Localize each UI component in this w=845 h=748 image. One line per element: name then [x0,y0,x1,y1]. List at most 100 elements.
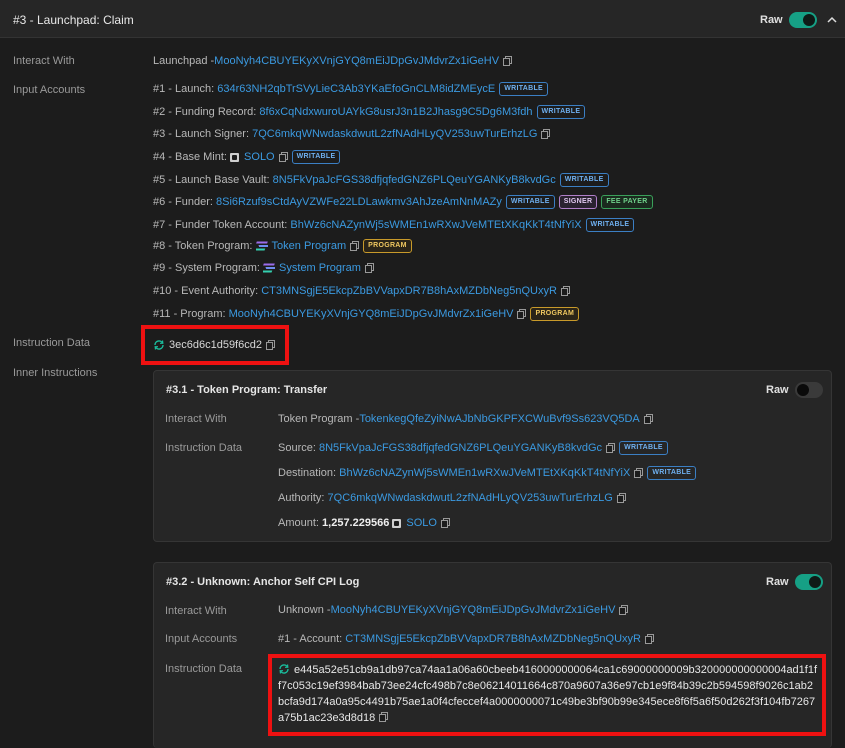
copy-icon[interactable] [616,493,626,503]
writable-badge: WRITABLE [291,150,341,164]
writable-badge: WRITABLE [505,195,555,209]
account-label: #9 - System Program: [153,262,260,274]
program-address-link[interactable]: MooNyh4CBUYEKyXVnjGYQ8mEiJDpGvJMdvrZx1iG… [331,604,616,616]
copy-icon[interactable] [278,152,288,162]
interact-with-label: Interact With [13,55,75,67]
writable-badge: WRITABLE [647,466,697,480]
account-label: #1 - Launch: [153,83,215,95]
instruction-data-block: e445a52e51cb9a1db97ca74aa1a06a60cbeeb416… [278,662,818,726]
account-row: #5 - Launch Base Vault: 8N5FkVpaJcFGS38d… [153,173,609,187]
account-row: #6 - Funder: 8Si6Rzuf9sCtdAyVZWFe22LDLaw… [153,195,653,209]
writable-badge: WRITABLE [585,218,635,232]
writable-badge: WRITABLE [536,105,586,119]
interact-with-label: Interact With [165,413,227,425]
account-row: #3 - Launch Signer: 7QC6mkqWNwdaskdwutL2… [153,128,551,140]
copy-icon[interactable] [541,129,551,139]
copy-icon[interactable] [606,443,616,453]
writable-badge: WRITABLE [619,441,668,455]
token-program-link[interactable]: Token Program [272,240,347,252]
inner-instruction-card: #3.1 - Token Program: Transfer Raw [153,370,832,542]
copy-icon[interactable] [265,340,275,350]
copy-icon[interactable] [634,468,644,478]
transfer-amount-row: Amount: 1,257.229566 SOLO [278,517,450,529]
signer-badge: SIGNER [558,195,598,209]
raw-label: Raw [766,576,789,588]
program-badge: PROGRAM [530,307,580,321]
copy-icon[interactable] [644,634,654,644]
account-address-link[interactable]: 7QC6mkqWNwdaskdwutL2zfNAdHLyQV253uwTurEr… [252,128,537,140]
account-address-link[interactable]: 8Si6Rzuf9sCtdAyVZWFe22LDLawkmv3AhJzeAmNn… [216,196,502,208]
raw-toggle[interactable] [788,12,817,28]
copy-icon[interactable] [364,263,374,273]
chevron-up-icon[interactable] [827,15,837,25]
program-address-link[interactable]: MooNyh4CBUYEKyXVnjGYQ8mEiJDpGvJMdvrZx1iG… [214,55,499,67]
account-address-link[interactable]: MooNyh4CBUYEKyXVnjGYQ8mEiJDpGvJMdvrZx1iG… [229,308,514,320]
inner-instructions-label: Inner Instructions [13,367,98,379]
raw-toggle[interactable] [794,382,823,398]
authority-address-link[interactable]: 7QC6mkqWNwdaskdwutL2zfNAdHLyQV253uwTurEr… [328,492,613,504]
copy-icon[interactable] [440,518,450,528]
copy-icon[interactable] [517,309,527,319]
input-accounts-label: Input Accounts [165,633,238,645]
program-badge: PROGRAM [363,239,412,253]
interact-with-label: Interact With [165,605,227,617]
account-row: #4 - Base Mint: SOLO WRITABLE [153,150,341,164]
instruction-data-label: Instruction Data [165,442,243,454]
transfer-source-row: Source: 8N5FkVpaJcFGS38dfjqfedGNZ6PLQeuY… [278,441,668,455]
account-address-link[interactable]: CT3MNSgjE5EkcpZbBVVapxDR7B8hAxMZDbNeg5nQ… [345,633,641,645]
interact-with-row: Token Program - TokenkegQfeZyiNwAJbNbGKP… [278,413,653,425]
destination-address-link[interactable]: BhWz6cNAZynWj5sWMEn1wRXwJVeMTEtXKqKkT4tN… [339,467,630,479]
account-row: #9 - System Program: System Program [153,262,374,274]
account-label: #7 - Funder Token Account: [153,219,288,231]
system-program-link[interactable]: System Program [279,262,361,274]
interact-with-row: Launchpad - MooNyh4CBUYEKyXVnjGYQ8mEiJDp… [153,55,513,67]
account-address-link[interactable]: 8f6xCqNdxwuroUAYkG8usrJ3n1B2Jhasg9C5Dg6M… [259,106,532,118]
writable-badge: WRITABLE [499,82,549,96]
authority-label: Authority: [278,492,325,504]
token-link[interactable]: SOLO [244,151,275,163]
instruction-data-label: Instruction Data [13,337,91,349]
raw-label: Raw [760,14,783,26]
program-prefix: Unknown - [278,604,331,616]
amount-label: Amount: [278,517,319,529]
inner-instruction-title: #3.2 - Unknown: Anchor Self CPI Log [166,576,360,588]
source-address-link[interactable]: 8N5FkVpaJcFGS38dfjqfedGNZ6PLQeuYGANKyB8k… [319,442,602,454]
instruction-title: #3 - Launchpad: Claim [13,13,134,27]
copy-icon[interactable] [503,56,513,66]
raw-toggle-group[interactable]: Raw [760,12,837,28]
account-address-link[interactable]: 634r63NH2qbTrSVyLieC3Ab3YKaEfoGnCLM8idZM… [217,83,495,95]
interact-with-row: Unknown - MooNyh4CBUYEKyXVnjGYQ8mEiJDpGv… [278,604,629,616]
copy-icon[interactable] [619,605,629,615]
account-address-link[interactable]: BhWz6cNAZynWj5sWMEn1wRXwJVeMTEtXKqKkT4tN… [290,219,581,231]
account-row: #10 - Event Authority: CT3MNSgjE5EkcpZbB… [153,285,570,297]
refresh-icon[interactable] [153,339,165,351]
instruction-header[interactable]: #3 - Launchpad: Claim Raw [0,0,845,38]
instruction-data-row: 3ec6d6c1d59f6cd2 [153,339,275,351]
transfer-destination-row: Destination: BhWz6cNAZynWj5sWMEn1wRXwJVe… [278,466,697,480]
account-label: #2 - Funding Record: [153,106,257,118]
account-address-link[interactable]: CT3MNSgjE5EkcpZbBVVapxDR7B8hAxMZDbNeg5nQ… [261,285,557,297]
copy-icon[interactable] [643,414,653,424]
raw-toggle-group[interactable]: Raw [766,382,823,398]
copy-icon[interactable] [350,241,360,251]
refresh-icon[interactable] [278,663,290,675]
account-address-link[interactable]: 8N5FkVpaJcFGS38dfjqfedGNZ6PLQeuYGANKyB8k… [273,174,556,186]
account-label: #5 - Launch Base Vault: [153,174,270,186]
inner-instruction-title: #3.1 - Token Program: Transfer [166,384,328,396]
instruction-data-label: Instruction Data [165,663,243,675]
token-link[interactable]: SOLO [406,517,437,529]
solana-icon [255,241,268,251]
writable-badge: WRITABLE [559,173,609,187]
account-label: #11 - Program: [153,308,226,320]
account-row: #1 - Launch: 634r63NH2qbTrSVyLieC3Ab3YKa… [153,82,549,96]
copy-icon[interactable] [379,712,389,722]
account-label: #4 - Base Mint: [153,151,227,163]
copy-icon[interactable] [560,286,570,296]
program-address-link[interactable]: TokenkegQfeZyiNwAJbNbGKPFXCWuBvf9Ss623VQ… [359,413,639,425]
raw-toggle-group[interactable]: Raw [766,574,823,590]
raw-toggle[interactable] [794,574,823,590]
account-label: #10 - Event Authority: [153,285,259,297]
token-icon [392,518,402,528]
raw-label: Raw [766,384,789,396]
account-row: #2 - Funding Record: 8f6xCqNdxwuroUAYkG8… [153,105,586,119]
